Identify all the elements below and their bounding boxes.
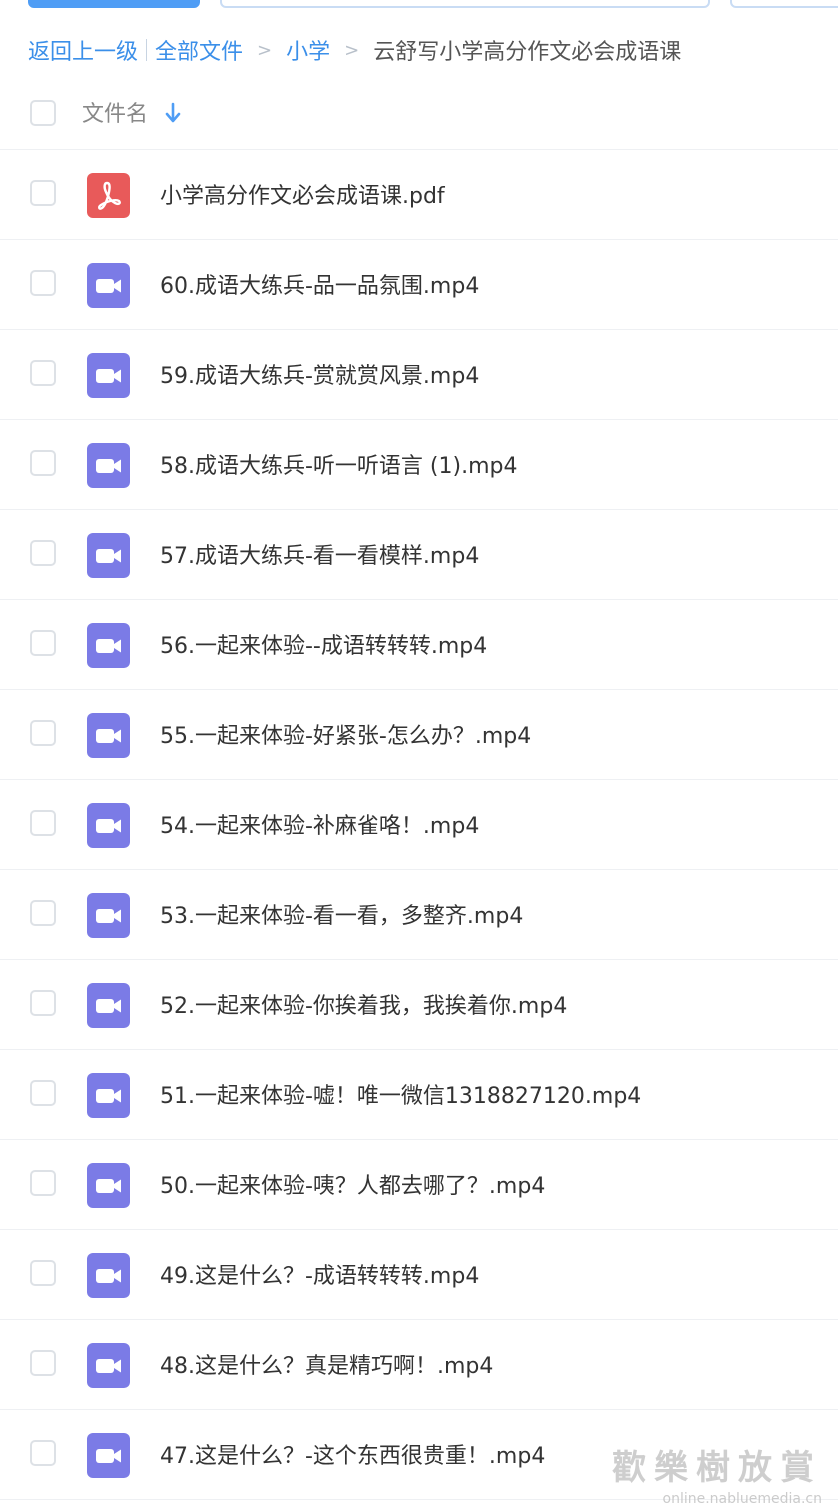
file-name[interactable]: 49.这是什么？-成语转转转.mp4	[160, 1258, 479, 1290]
breadcrumb: 返回上一级 全部文件 > 小学 > 云舒写小学高分作文必会成语课	[28, 30, 681, 70]
file-name[interactable]: 51.一起来体验-嘘！唯一微信1318827120.mp4	[160, 1078, 641, 1110]
file-checkbox[interactable]	[30, 180, 56, 206]
video-file-icon[interactable]	[87, 1073, 130, 1118]
file-checkbox[interactable]	[30, 1440, 56, 1466]
video-file-icon[interactable]	[87, 983, 130, 1028]
file-checkbox[interactable]	[30, 1260, 56, 1286]
file-row[interactable]: 49.这是什么？-成语转转转.mp4	[0, 1230, 838, 1320]
column-header-filename[interactable]: 文件名	[82, 96, 148, 128]
file-name[interactable]: 52.一起来体验-你挨着我，我挨着你.mp4	[160, 988, 567, 1020]
file-checkbox[interactable]	[30, 1350, 56, 1376]
video-file-icon[interactable]	[87, 623, 130, 668]
pdf-file-icon[interactable]	[87, 173, 130, 218]
file-name[interactable]: 47.这是什么？-这个东西很贵重！.mp4	[160, 1438, 545, 1470]
file-row[interactable]: 53.一起来体验-看一看，多整齐.mp4	[0, 870, 838, 960]
file-checkbox[interactable]	[30, 810, 56, 836]
back-link[interactable]: 返回上一级	[28, 34, 138, 66]
file-name[interactable]: 53.一起来体验-看一看，多整齐.mp4	[160, 898, 523, 930]
video-file-icon[interactable]	[87, 893, 130, 938]
file-checkbox[interactable]	[30, 990, 56, 1016]
video-file-icon[interactable]	[87, 443, 130, 488]
file-row[interactable]: 59.成语大练兵-赏就赏风景.mp4	[0, 330, 838, 420]
file-checkbox[interactable]	[30, 1080, 56, 1106]
video-file-icon[interactable]	[87, 1253, 130, 1298]
file-name[interactable]: 57.成语大练兵-看一看模样.mp4	[160, 538, 479, 570]
file-row[interactable]: 51.一起来体验-嘘！唯一微信1318827120.mp4	[0, 1050, 838, 1140]
file-name[interactable]: 60.成语大练兵-品一品氛围.mp4	[160, 268, 479, 300]
file-row[interactable]: 47.这是什么？-这个东西很贵重！.mp4	[0, 1410, 838, 1500]
video-file-icon[interactable]	[87, 353, 130, 398]
file-row[interactable]: 小学高分作文必会成语课.pdf	[0, 150, 838, 240]
video-file-icon[interactable]	[87, 713, 130, 758]
file-row[interactable]: 55.一起来体验-好紧张-怎么办？.mp4	[0, 690, 838, 780]
file-name[interactable]: 小学高分作文必会成语课.pdf	[160, 178, 445, 210]
video-file-icon[interactable]	[87, 1343, 130, 1388]
video-file-icon[interactable]	[87, 533, 130, 578]
file-row[interactable]: 56.一起来体验--成语转转转.mp4	[0, 600, 838, 690]
file-row[interactable]: 57.成语大练兵-看一看模样.mp4	[0, 510, 838, 600]
breadcrumb-all-files[interactable]: 全部文件	[155, 34, 243, 66]
file-list: 小学高分作文必会成语课.pdf 60.成语大练兵-品一品氛围.mp4 59.成语大练…	[0, 150, 838, 1500]
breadcrumb-current: 云舒写小学高分作文必会成语课	[373, 40, 682, 65]
file-name[interactable]: 59.成语大练兵-赏就赏风景.mp4	[160, 358, 479, 390]
breadcrumb-divider	[146, 39, 148, 61]
arrow-down-icon[interactable]	[163, 102, 183, 124]
file-row[interactable]: 58.成语大练兵-听一听语言 (1).mp4	[0, 420, 838, 510]
file-name[interactable]: 48.这是什么？真是精巧啊！.mp4	[160, 1348, 493, 1380]
file-name[interactable]: 54.一起来体验-补麻雀咯！.mp4	[160, 808, 479, 840]
file-row[interactable]: 60.成语大练兵-品一品氛围.mp4	[0, 240, 838, 330]
file-row[interactable]: 48.这是什么？真是精巧啊！.mp4	[0, 1320, 838, 1410]
file-name[interactable]: 58.成语大练兵-听一听语言 (1).mp4	[160, 448, 517, 480]
file-checkbox[interactable]	[30, 450, 56, 476]
select-all-checkbox[interactable]	[30, 100, 56, 126]
video-file-icon[interactable]	[87, 1163, 130, 1208]
top-toolbar	[0, 0, 838, 10]
file-checkbox[interactable]	[30, 270, 56, 296]
video-file-icon[interactable]	[87, 263, 130, 308]
primary-action-button[interactable]	[28, 0, 200, 8]
file-name[interactable]: 56.一起来体验--成语转转转.mp4	[160, 628, 487, 660]
video-file-icon[interactable]	[87, 803, 130, 848]
breadcrumb-level-1[interactable]: 小学	[286, 34, 330, 66]
file-checkbox[interactable]	[30, 540, 56, 566]
video-file-icon[interactable]	[87, 1433, 130, 1478]
secondary-action-button[interactable]	[220, 0, 710, 8]
file-list-header: 文件名	[0, 74, 838, 150]
breadcrumb-separator: >	[344, 39, 360, 61]
file-checkbox[interactable]	[30, 1170, 56, 1196]
file-row[interactable]: 54.一起来体验-补麻雀咯！.mp4	[0, 780, 838, 870]
file-name[interactable]: 55.一起来体验-好紧张-怎么办？.mp4	[160, 718, 531, 750]
breadcrumb-separator: >	[257, 39, 273, 61]
file-checkbox[interactable]	[30, 720, 56, 746]
file-row[interactable]: 50.一起来体验-咦？人都去哪了？.mp4	[0, 1140, 838, 1230]
file-checkbox[interactable]	[30, 900, 56, 926]
tertiary-action-button[interactable]	[730, 0, 838, 8]
file-name[interactable]: 50.一起来体验-咦？人都去哪了？.mp4	[160, 1168, 545, 1200]
file-row[interactable]: 52.一起来体验-你挨着我，我挨着你.mp4	[0, 960, 838, 1050]
file-checkbox[interactable]	[30, 630, 56, 656]
file-checkbox[interactable]	[30, 360, 56, 386]
